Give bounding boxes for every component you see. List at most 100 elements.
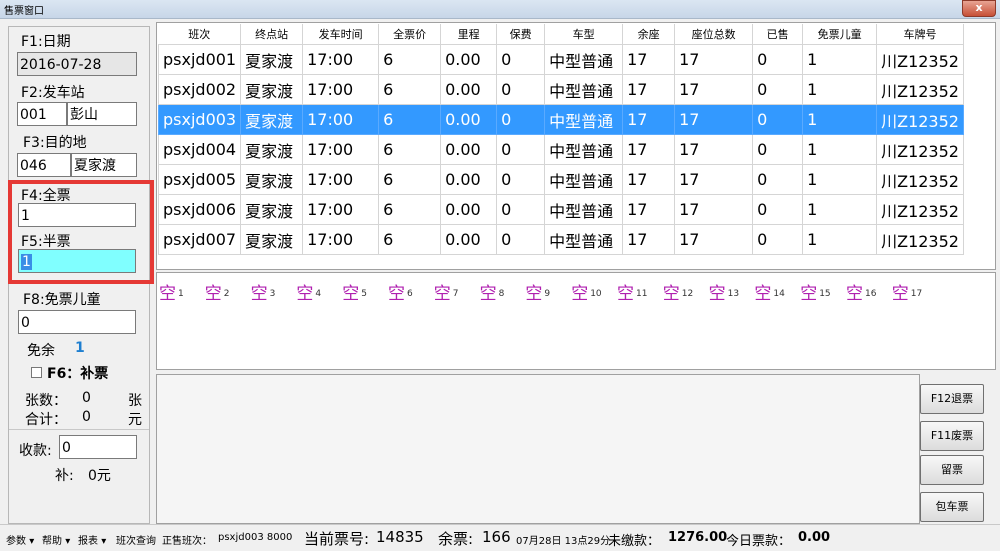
table-cell: 中型普通 <box>544 44 624 75</box>
column-header[interactable]: 车牌号 <box>876 24 964 45</box>
receive-field[interactable]: 0 <box>59 435 137 459</box>
seat[interactable]: 空7 <box>434 279 459 304</box>
params-menu[interactable]: 参数 ▾ <box>6 532 34 547</box>
table-cell: 0 <box>496 194 546 225</box>
table-cell: 17 <box>674 134 754 165</box>
column-header[interactable]: 保费 <box>496 24 546 45</box>
seat-number: 3 <box>269 289 276 299</box>
column-header[interactable]: 免票儿童 <box>802 24 878 45</box>
datetime-text: 07月28日 13点29分 <box>516 536 611 547</box>
table-cell: 1 <box>802 164 878 195</box>
seat-number: 16 <box>865 289 877 299</box>
seat-number: 13 <box>727 289 740 299</box>
reserve-button[interactable]: 留票 <box>920 455 984 485</box>
total-label: 合计： <box>25 412 67 428</box>
seat[interactable]: 空 17 <box>892 279 922 304</box>
seat-number: 8 <box>498 289 505 299</box>
column-header[interactable]: 座位总数 <box>674 24 754 45</box>
column-header[interactable]: 已售 <box>752 24 804 45</box>
count-label: 张数： <box>25 393 67 409</box>
seat[interactable]: 空 16 <box>846 279 876 304</box>
f3-destination-label: F3:目的地 <box>23 135 87 151</box>
total-value: 0 <box>82 409 91 425</box>
on-sale-value: psxjd003 8000 <box>218 532 293 543</box>
seat[interactable]: 空6 <box>388 279 413 304</box>
child-ticket-field[interactable]: 0 <box>18 310 136 334</box>
departure-code-field[interactable]: 001 <box>17 102 67 126</box>
column-header[interactable]: 车型 <box>544 24 624 45</box>
table-cell: 6 <box>378 164 442 195</box>
seat[interactable]: 空8 <box>480 279 505 304</box>
seat[interactable]: 空5 <box>342 279 367 304</box>
table-row[interactable]: psxjd003 夏家渡 17:00 6 0.00 0 中型普通 17 17 0 1 川Z12352 <box>157 104 964 135</box>
seat[interactable]: 空 15 <box>800 279 830 304</box>
chevron-down-icon: ▾ <box>29 536 35 547</box>
report-menu[interactable]: 报表 ▾ <box>78 532 106 547</box>
table-row[interactable]: psxjd007 夏家渡 17:00 6 0.00 0 中型普通 17 17 0 1 川Z12352 <box>157 224 964 255</box>
void-button[interactable]: F11废票 <box>920 421 984 451</box>
table-cell: 6 <box>378 104 442 135</box>
refund-button[interactable]: F12退票 <box>920 384 984 414</box>
table-cell: 0 <box>752 164 804 195</box>
column-header[interactable]: 全票价 <box>378 24 442 45</box>
departure-name-field[interactable]: 彭山 <box>67 102 137 126</box>
column-header[interactable]: 里程 <box>440 24 498 45</box>
table-cell: 夏家渡 <box>240 44 304 75</box>
free-remaining-label: 免余 <box>27 343 55 359</box>
seat-number: 11 <box>636 289 648 299</box>
table-cell: 0.00 <box>440 74 498 105</box>
seat-number: 4 <box>315 289 322 299</box>
seat[interactable]: 空2 <box>205 279 230 304</box>
seat[interactable]: 空 10 <box>571 279 601 304</box>
schedule-query-button[interactable]: 班次查询 <box>116 532 156 547</box>
seat-number: 7 <box>452 289 459 299</box>
column-header[interactable]: 终点站 <box>240 24 304 45</box>
column-header[interactable]: 余座 <box>622 24 676 45</box>
table-cell: 0 <box>752 134 804 165</box>
seat[interactable]: 空1 <box>159 279 184 304</box>
table-cell: 夏家渡 <box>240 74 304 105</box>
seat-number: 15 <box>819 289 831 299</box>
table-row[interactable]: psxjd001 夏家渡 17:00 6 0.00 0 中型普通 17 17 0 1 川Z12352 <box>157 44 964 75</box>
seat[interactable]: 空9 <box>525 279 550 304</box>
divider <box>9 429 149 430</box>
charter-button[interactable]: 包车票 <box>920 492 984 522</box>
window-title: 售票窗口 <box>4 6 44 17</box>
seat[interactable]: 空 12 <box>663 279 693 304</box>
today-label: 今日票款： <box>726 534 792 549</box>
seat[interactable]: 空 13 <box>709 279 739 304</box>
table-cell: 0 <box>752 224 804 255</box>
seat-status: 空 <box>388 284 405 304</box>
table-header-row: 班次 终点站 发车时间 全票价 里程 保费 车型 余座 座位总数 已售 免票儿童 车牌号 <box>158 24 964 45</box>
table-cell: 夏家渡 <box>240 194 304 225</box>
date-field[interactable]: 2016-07-28 <box>17 52 137 76</box>
table-cell: 中型普通 <box>544 194 624 225</box>
table-row[interactable]: psxjd002 夏家渡 17:00 6 0.00 0 中型普通 17 17 0 1 川Z12352 <box>157 74 964 105</box>
ticket-number-value: 14835 <box>376 528 424 546</box>
destination-code-field[interactable]: 046 <box>17 153 71 177</box>
table-cell: 川Z12352 <box>876 134 964 165</box>
column-header[interactable]: 班次 <box>158 24 242 45</box>
table-row[interactable]: psxjd004 夏家渡 17:00 6 0.00 0 中型普通 17 17 0 1 川Z12352 <box>157 134 964 165</box>
column-header[interactable]: 发车时间 <box>302 24 380 45</box>
seat[interactable]: 空 14 <box>754 279 784 304</box>
unpaid-value: 1276.00 <box>668 530 728 545</box>
destination-name-field[interactable]: 夏家渡 <box>71 153 137 177</box>
table-cell: 6 <box>378 74 442 105</box>
table-cell: 6 <box>378 134 442 165</box>
seat-status: 空 <box>708 284 726 304</box>
seat[interactable]: 空4 <box>296 279 321 304</box>
seat-status: 空 <box>525 284 543 304</box>
table-cell: 0.00 <box>440 134 498 165</box>
table-row[interactable]: psxjd005 夏家渡 17:00 6 0.00 0 中型普通 17 17 0 1 川Z12352 <box>157 164 964 195</box>
table-cell: 0.00 <box>440 44 498 75</box>
supplement-checkbox[interactable] <box>31 367 42 378</box>
table-row[interactable]: psxjd006 夏家渡 17:00 6 0.00 0 中型普通 17 17 0 1 川Z12352 <box>157 194 964 225</box>
seat[interactable]: 空 11 <box>617 279 647 304</box>
help-menu[interactable]: 帮助 ▾ <box>42 532 70 547</box>
close-button[interactable]: x <box>962 0 996 17</box>
total-unit: 元 <box>128 412 142 428</box>
help-menu-label: 帮助 <box>42 536 62 547</box>
seat-status: 空 <box>250 284 268 304</box>
seat[interactable]: 空3 <box>251 279 276 304</box>
